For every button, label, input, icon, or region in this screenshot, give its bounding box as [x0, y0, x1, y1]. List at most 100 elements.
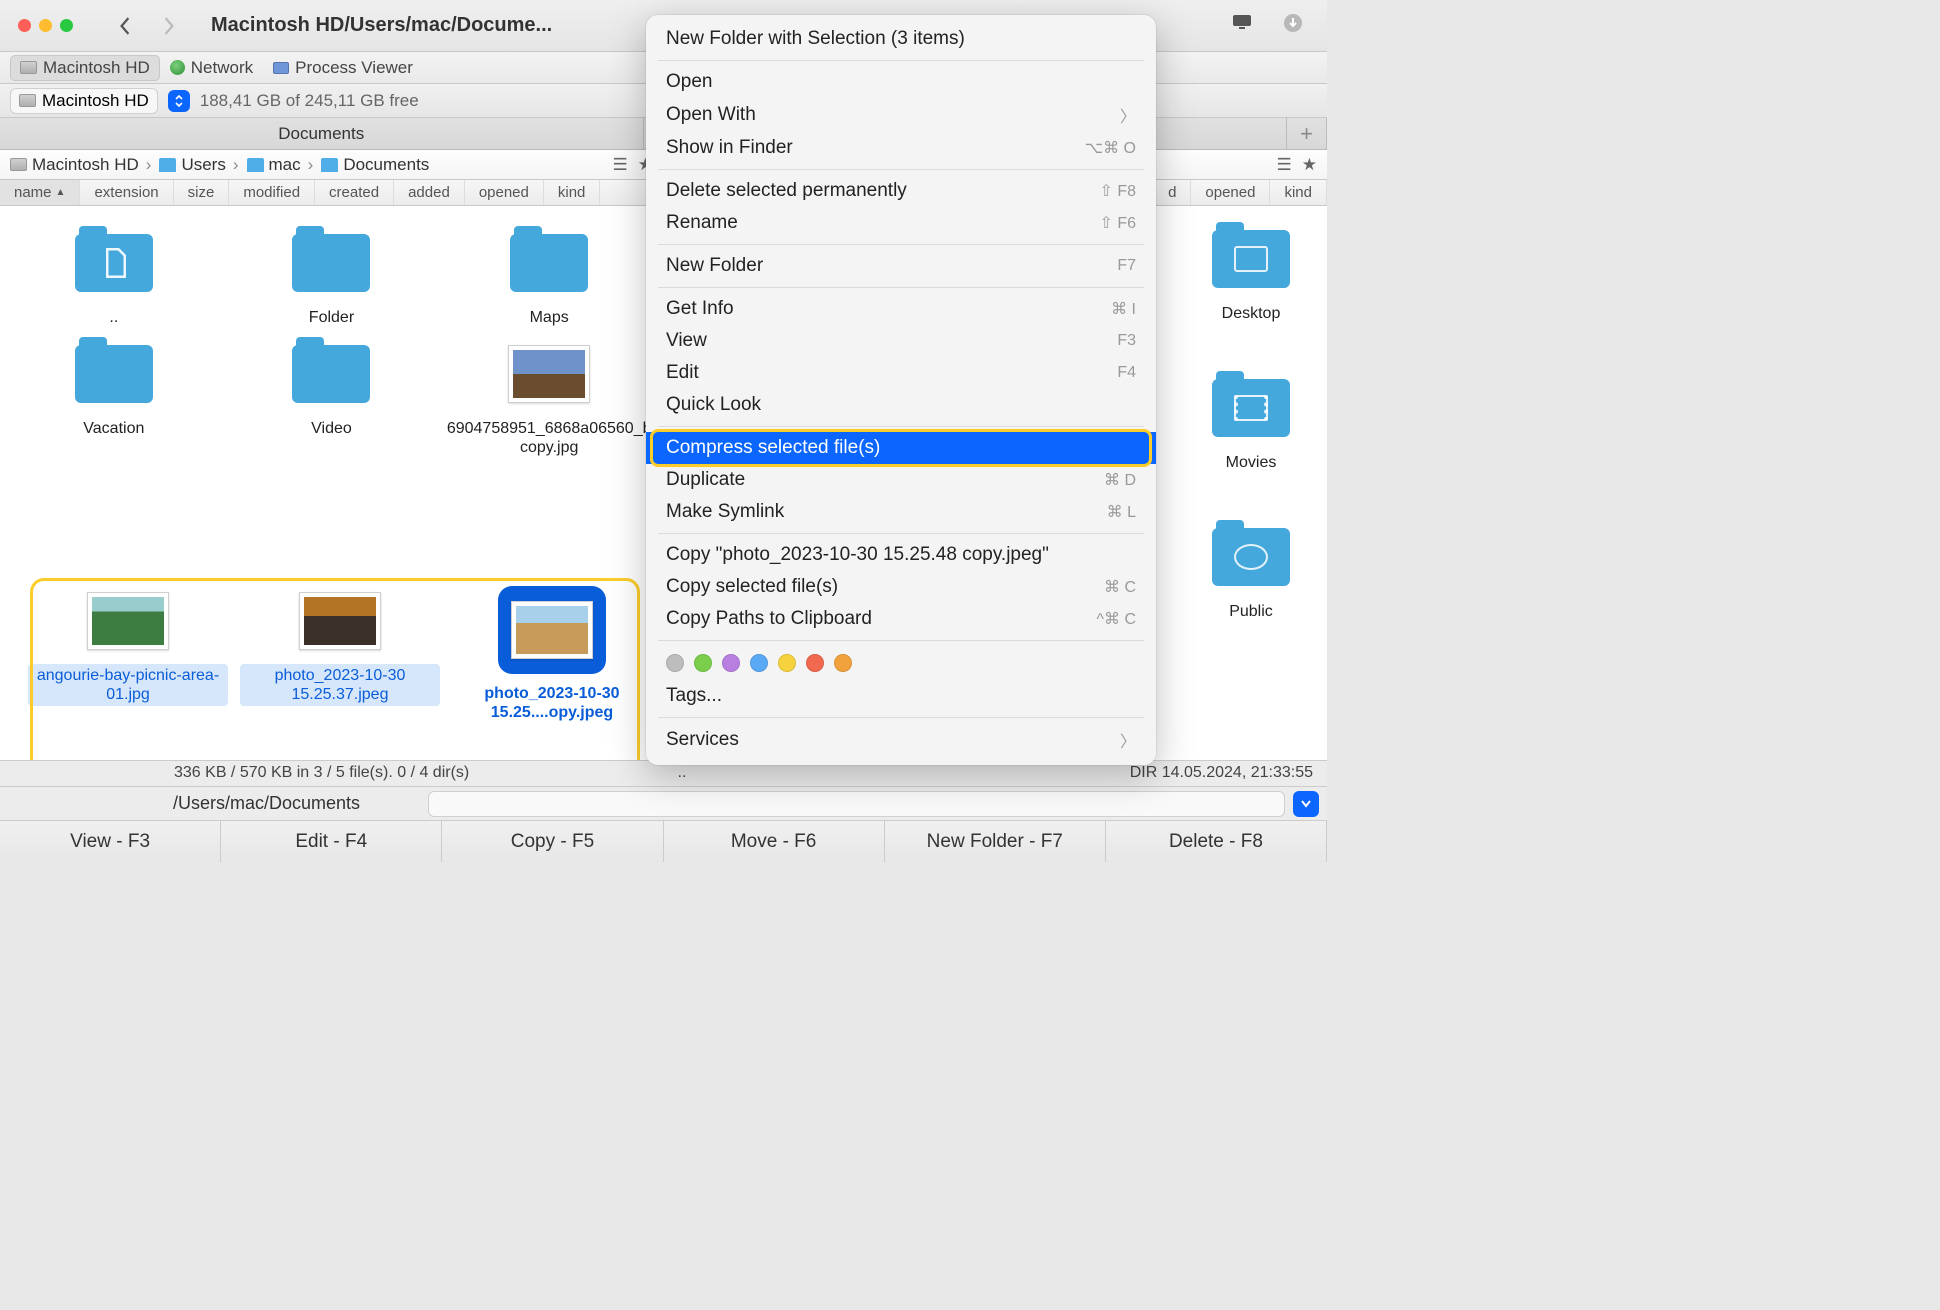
ctx-rename[interactable]: Rename⇧ F6: [646, 207, 1156, 239]
tag-color[interactable]: [694, 654, 712, 672]
ctx-services[interactable]: Services〉: [646, 723, 1156, 757]
remote-icon[interactable]: [1231, 13, 1253, 38]
file-item[interactable]: Movies: [1181, 373, 1321, 474]
ctx-duplicate[interactable]: Duplicate⌘ D: [646, 464, 1156, 496]
chevron-right-icon: 〉: [1120, 103, 1136, 127]
window-title: Macintosh HD/Users/mac/Docume...: [211, 14, 552, 37]
volume-name: Macintosh HD: [42, 91, 149, 111]
folder-icon: [321, 158, 338, 172]
volume-free-space: 188,41 GB of 245,11 GB free: [200, 91, 419, 111]
file-item[interactable]: Folder: [236, 228, 426, 329]
back-button[interactable]: [113, 14, 137, 38]
file-item[interactable]: Video: [236, 339, 426, 459]
col-kind[interactable]: kind: [544, 180, 601, 205]
ctx-copy-paths[interactable]: Copy Paths to Clipboard^⌘ C: [646, 603, 1156, 635]
fn-edit[interactable]: Edit - F4: [221, 821, 442, 862]
file-item-active[interactable]: photo_2023-10-30 15.25....opy.jpeg: [452, 586, 652, 724]
breadcrumb-left: Macintosh HD› Users› mac› Documents ☰ ★: [0, 150, 664, 180]
close-icon[interactable]: [18, 19, 31, 32]
favorite-label: Network: [191, 58, 253, 78]
tab-label: Documents: [278, 124, 364, 144]
crumb-users[interactable]: Users›: [159, 155, 240, 175]
tab-left[interactable]: Documents: [0, 118, 644, 149]
fn-view[interactable]: View - F3: [0, 821, 221, 862]
col-created[interactable]: created: [315, 180, 394, 205]
ctx-tags[interactable]: Tags...: [646, 680, 1156, 712]
ctx-new-folder[interactable]: New FolderF7: [646, 250, 1156, 282]
hd-icon: [10, 158, 27, 171]
col-added[interactable]: added: [394, 180, 465, 205]
window-controls: [18, 19, 73, 32]
fn-delete[interactable]: Delete - F8: [1106, 821, 1327, 862]
context-menu: New Folder with Selection (3 items) Open…: [646, 15, 1156, 765]
star-icon[interactable]: ★: [1302, 155, 1317, 175]
tag-color[interactable]: [722, 654, 740, 672]
path-label: /Users/mac/Documents: [8, 793, 420, 814]
favorite-label: Process Viewer: [295, 58, 413, 78]
col-name[interactable]: name▲: [0, 180, 80, 205]
download-icon[interactable]: [1283, 13, 1303, 38]
favorite-network[interactable]: Network: [160, 55, 263, 81]
chevron-right-icon: 〉: [1120, 728, 1136, 752]
minimize-icon[interactable]: [39, 19, 52, 32]
file-item[interactable]: Maps: [454, 228, 644, 329]
ctx-delete-permanently[interactable]: Delete selected permanently⇧ F8: [646, 175, 1156, 207]
fn-copy[interactable]: Copy - F5: [442, 821, 663, 862]
volume-dropdown-button[interactable]: [168, 90, 190, 112]
monitor-icon: [273, 62, 289, 74]
tab-add-button[interactable]: +: [1287, 118, 1327, 149]
path-dropdown-button[interactable]: [1293, 791, 1319, 817]
ctx-tag-colors: [646, 646, 1156, 680]
ctx-copy-named-file[interactable]: Copy "photo_2023-10-30 15.25.48 copy.jpe…: [646, 539, 1156, 571]
path-input[interactable]: [428, 791, 1285, 817]
ctx-copy-selected[interactable]: Copy selected file(s)⌘ C: [646, 571, 1156, 603]
crumb-mac[interactable]: mac›: [247, 155, 316, 175]
crumb-documents[interactable]: Documents: [321, 155, 429, 175]
ctx-get-info[interactable]: Get Info⌘ I: [646, 293, 1156, 325]
sort-asc-icon: ▲: [56, 187, 66, 198]
path-row: /Users/mac/Documents: [0, 786, 1327, 820]
file-item[interactable]: Vacation: [19, 339, 209, 459]
tag-color[interactable]: [750, 654, 768, 672]
file-item-selected[interactable]: angourie-bay-picnic-area-01.jpg: [28, 586, 228, 724]
tag-color[interactable]: [778, 654, 796, 672]
tag-color[interactable]: [834, 654, 852, 672]
forward-button[interactable]: [157, 14, 181, 38]
ctx-edit[interactable]: EditF4: [646, 357, 1156, 389]
ctx-quick-look[interactable]: Quick Look: [646, 389, 1156, 421]
file-item[interactable]: Desktop: [1181, 224, 1321, 325]
status-left: 336 KB / 570 KB in 3 / 5 file(s). 0 / 4 …: [0, 761, 664, 786]
favorite-process-viewer[interactable]: Process Viewer: [263, 55, 423, 81]
file-item[interactable]: 6904758951_6868a06560_b copy.jpg: [454, 339, 644, 459]
ctx-new-folder-with-selection[interactable]: New Folder with Selection (3 items): [646, 23, 1156, 55]
col-size[interactable]: size: [174, 180, 230, 205]
list-view-icon[interactable]: ☰: [613, 155, 628, 175]
ctx-view[interactable]: ViewF3: [646, 325, 1156, 357]
col-opened[interactable]: opened: [465, 180, 544, 205]
tag-color[interactable]: [806, 654, 824, 672]
folder-icon: [247, 158, 264, 172]
col-d[interactable]: d: [1154, 180, 1191, 205]
favorite-macintosh-hd[interactable]: Macintosh HD: [10, 55, 160, 81]
ctx-open[interactable]: Open: [646, 66, 1156, 98]
ctx-show-in-finder[interactable]: Show in Finder⌥⌘ O: [646, 132, 1156, 164]
file-item[interactable]: ..: [19, 228, 209, 329]
col-opened[interactable]: opened: [1191, 180, 1270, 205]
zoom-icon[interactable]: [60, 19, 73, 32]
pane-left[interactable]: .. Folder Maps Vacation Video 6904758951…: [0, 206, 664, 760]
col-kind[interactable]: kind: [1270, 180, 1327, 205]
ctx-make-symlink[interactable]: Make Symlink⌘ L: [646, 496, 1156, 528]
hd-icon: [19, 94, 36, 107]
file-item-selected[interactable]: photo_2023-10-30 15.25.37.jpeg: [240, 586, 440, 724]
fn-move[interactable]: Move - F6: [664, 821, 885, 862]
ctx-open-with[interactable]: Open With〉: [646, 98, 1156, 132]
volume-selector[interactable]: Macintosh HD: [10, 88, 158, 114]
file-item[interactable]: Public: [1181, 522, 1321, 623]
list-view-icon[interactable]: ☰: [1277, 155, 1292, 175]
tag-color[interactable]: [666, 654, 684, 672]
fn-new-folder[interactable]: New Folder - F7: [885, 821, 1106, 862]
col-modified[interactable]: modified: [229, 180, 315, 205]
col-extension[interactable]: extension: [80, 180, 173, 205]
crumb-root[interactable]: Macintosh HD›: [10, 155, 153, 175]
ctx-compress-selected[interactable]: Compress selected file(s): [646, 432, 1156, 464]
